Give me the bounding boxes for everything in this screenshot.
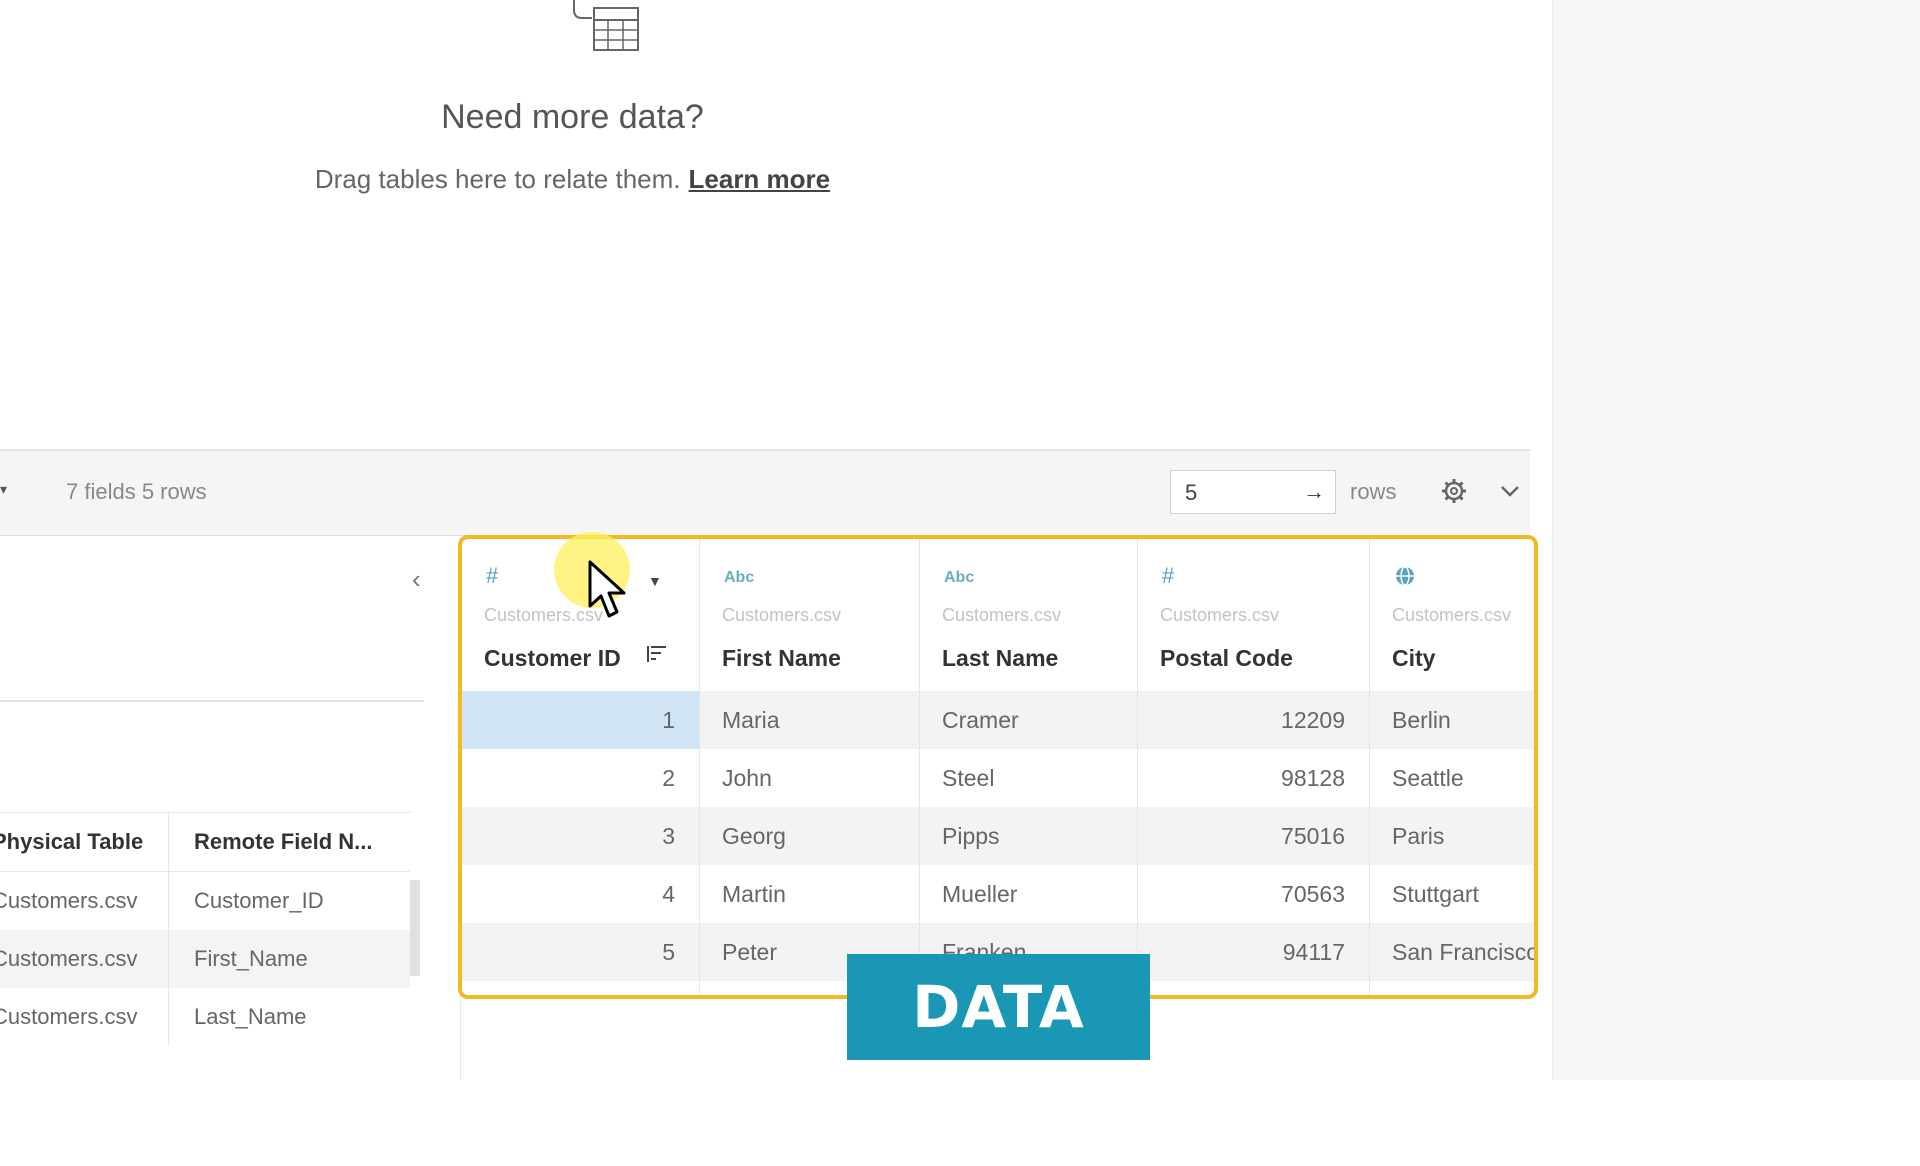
table-icon — [573, 0, 639, 51]
metadata-scrollbar[interactable] — [410, 880, 420, 976]
mouse-pointer-icon — [588, 560, 626, 618]
metadata-table: Physical Table Remote Field N... Custome… — [0, 812, 410, 1046]
rows-count-input[interactable] — [1171, 471, 1297, 515]
physical-table-cell: Customers.csv — [0, 872, 169, 930]
metadata-header-row: Physical Table Remote Field N... — [0, 812, 410, 872]
fields-rows-count: 7 fields 5 rows — [66, 479, 207, 504]
data-grid-toolbar: ▾ 7 fields 5 rows → rows — [0, 449, 1530, 536]
caret-down-icon[interactable]: ▾ — [0, 481, 7, 498]
metadata-row[interactable]: Customers.csv First_Name — [0, 930, 410, 988]
drag-tables-hint: Drag tables here to relate them. — [314, 164, 681, 194]
panel-divider — [0, 700, 424, 702]
remote-field-cell: First_Name — [194, 946, 308, 971]
data-grid-caption: DATA GRID — [847, 954, 1150, 1147]
metadata-row[interactable]: Customers.csv Last_Name — [0, 988, 410, 1046]
rows-input-box: → — [1170, 470, 1336, 515]
metadata-row[interactable]: Customers.csv Customer_ID — [0, 872, 410, 930]
need-more-data-title: Need more data? — [441, 98, 704, 136]
remote-field-cell: Last_Name — [194, 1004, 307, 1029]
header-remote-field-name[interactable]: Remote Field N... — [194, 813, 404, 871]
chevron-down-icon[interactable] — [1498, 479, 1522, 503]
metadata-panel: ‹ Physical Table Remote Field N... Custo… — [0, 534, 461, 1080]
header-physical-table[interactable]: Physical Table — [0, 813, 169, 871]
need-more-data-subtitle: Drag tables here to relate them. Learn mo… — [0, 164, 1145, 195]
physical-table-cell: Customers.csv — [0, 988, 169, 1046]
gear-icon[interactable] — [1440, 477, 1468, 505]
rows-label: rows — [1350, 479, 1397, 504]
right-gutter — [1552, 0, 1920, 1080]
chevron-left-icon[interactable]: ‹ — [412, 564, 421, 595]
physical-table-cell: Customers.csv — [0, 930, 169, 988]
learn-more-link[interactable]: Learn more — [689, 164, 831, 194]
remote-field-cell: Customer_ID — [194, 888, 324, 913]
arrow-right-icon[interactable]: → — [1303, 479, 1325, 505]
